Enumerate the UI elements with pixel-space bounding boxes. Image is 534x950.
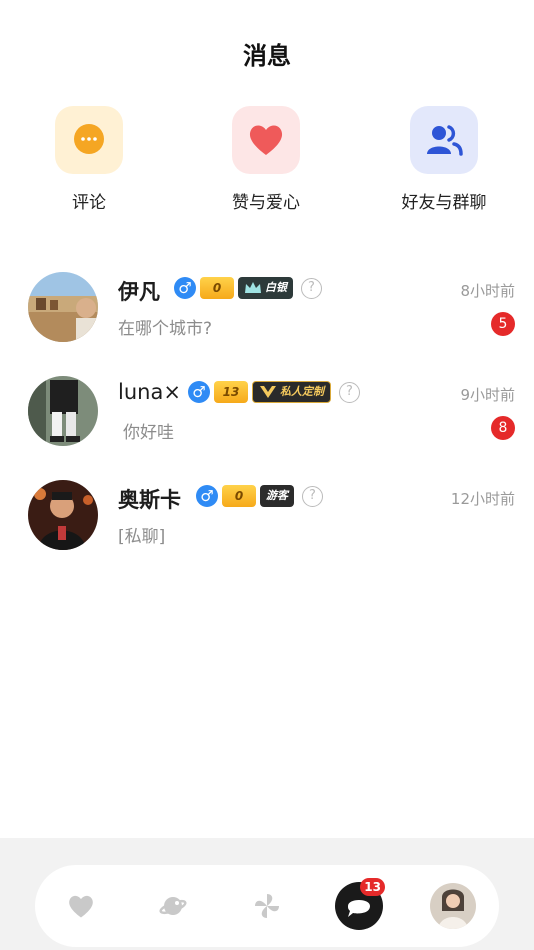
friends-groups-button[interactable]: 好友与群聊 [374, 106, 514, 213]
contact-name: luna× [118, 380, 181, 404]
male-gender-icon: ♂ [188, 381, 210, 403]
comments-label: 评论 [72, 193, 106, 213]
rank-tag: 白银 [238, 277, 293, 299]
friends-icon [427, 125, 463, 156]
tab-messages[interactable]: 13 [335, 878, 385, 930]
user-badges: ♂ 13 私人定制 ? [188, 381, 360, 403]
timestamp: 9小时前 [460, 386, 515, 404]
avatar[interactable] [28, 272, 98, 342]
rank-tag: 私人定制 [252, 381, 331, 403]
conversation-row[interactable]: luna× ♂ 13 私人定制 ? 你好哇 9小时前 8 [0, 370, 534, 474]
tab-profile[interactable] [429, 882, 477, 930]
conversation-list: 伊凡 ♂ 0 白银 ? 在哪个城市? 8小时前 5 luna× ♂ 13 私人定… [0, 266, 534, 578]
quick-actions: 评论 赞与爱心 好友与群聊 [0, 106, 534, 216]
pinwheel-tab-icon [255, 894, 279, 918]
conversation-row[interactable]: 奥斯卡 ♂ 0 游客 ? [私聊] 12小时前 [0, 474, 534, 578]
heart-icon [249, 125, 283, 155]
timestamp: 12小时前 [450, 490, 515, 508]
level-badge: 13 [214, 381, 248, 403]
comment-icon [74, 124, 104, 154]
likes-label: 赞与爱心 [232, 193, 300, 213]
male-gender-icon: ♂ [196, 485, 218, 507]
contact-name: 伊凡 [118, 280, 160, 304]
avatar[interactable] [28, 480, 98, 550]
help-icon[interactable]: ? [302, 485, 323, 507]
tab-heart[interactable] [57, 882, 105, 930]
message-preview: 你好哇 [123, 423, 174, 443]
level-badge: 0 [200, 277, 234, 299]
tab-planet[interactable] [149, 882, 197, 930]
likes-tile [232, 106, 300, 174]
messages-badge: 13 [360, 878, 385, 896]
contact-name: 奥斯卡 [118, 488, 181, 512]
level-badge: 0 [222, 485, 256, 507]
friends-tile [410, 106, 478, 174]
help-icon[interactable]: ? [301, 277, 322, 299]
bottom-tab-bar: 13 [35, 865, 499, 947]
rank-tag-label: 游客 [266, 489, 288, 502]
unread-badge: 8 [491, 416, 515, 440]
v-badge-icon [260, 386, 276, 398]
user-badges: ♂ 0 游客 ? [196, 485, 323, 507]
heart-tab-icon [69, 895, 93, 918]
avatar[interactable] [28, 376, 98, 446]
rank-tag-label: 白银 [265, 281, 287, 294]
unread-badge: 5 [491, 312, 515, 336]
user-badges: ♂ 0 白银 ? [174, 277, 322, 299]
rank-tag: 游客 [260, 485, 294, 507]
male-gender-icon: ♂ [174, 277, 196, 299]
message-preview: 在哪个城市? [118, 319, 213, 339]
planet-tab-icon [159, 897, 187, 915]
crown-icon [245, 282, 261, 293]
likes-button[interactable]: 赞与爱心 [196, 106, 336, 213]
comments-button[interactable]: 评论 [19, 106, 159, 213]
timestamp: 8小时前 [460, 282, 515, 300]
help-icon[interactable]: ? [339, 381, 360, 403]
profile-avatar [430, 883, 476, 929]
friends-groups-label: 好友与群聊 [401, 193, 487, 213]
message-preview: [私聊] [118, 527, 166, 547]
tab-pinwheel[interactable] [243, 882, 291, 930]
conversation-row[interactable]: 伊凡 ♂ 0 白银 ? 在哪个城市? 8小时前 5 [0, 266, 534, 370]
rank-tag-label: 私人定制 [280, 385, 324, 398]
comment-tile [55, 106, 123, 174]
page-title: 消息 [243, 42, 291, 70]
